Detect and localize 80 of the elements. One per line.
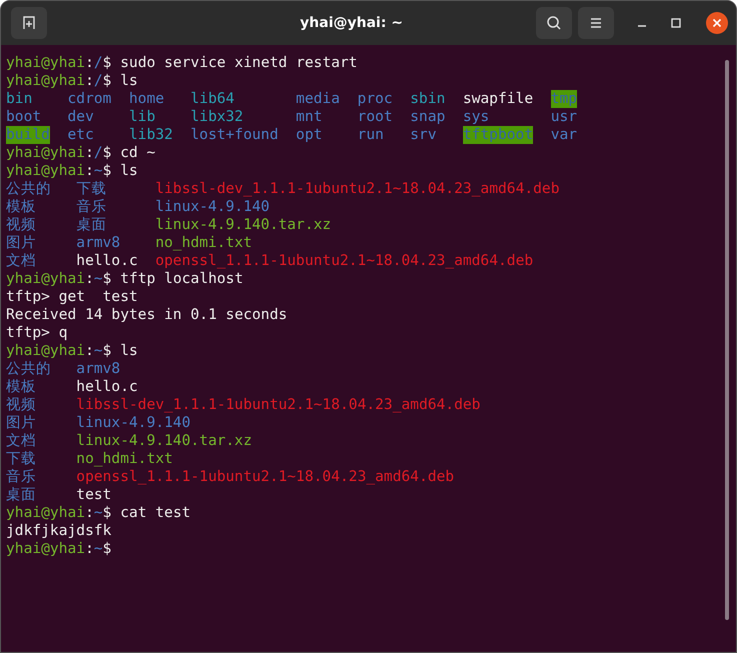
file-entry: 桌面 [76, 216, 106, 234]
prompt-line: yhai@yhai:/$ cd ~ [6, 144, 156, 162]
file-entry: dev [68, 108, 94, 126]
file-entry: 文档 [6, 252, 36, 270]
window-title: yhai@yhai: ~ [299, 15, 404, 31]
output-line: jdkfjkajdsfk [6, 522, 112, 540]
file-entry: armv8 [76, 234, 120, 252]
file-entry: 音乐 [76, 198, 106, 216]
file-entry: 文档 [6, 432, 36, 450]
file-entry: bin [6, 90, 32, 108]
prompt-line: yhai@yhai:~$ ls [6, 342, 139, 360]
file-entry: 图片 [6, 234, 36, 252]
file-entry: 图片 [6, 414, 36, 432]
prompt-line: yhai@yhai:~$ [6, 540, 112, 558]
file-entry: sys [462, 108, 490, 126]
file-entry: swapfile [462, 90, 534, 108]
scrollbar[interactable] [725, 60, 729, 620]
output-line: tftp> q [6, 324, 69, 342]
file-entry: linux-4.9.140.tar.xz [76, 432, 252, 450]
file-entry: 音乐 [6, 468, 36, 486]
file-entry: no_hdmi.txt [76, 450, 173, 468]
file-entry: proc [357, 90, 393, 108]
file-entry: linux-4.9.140.tar.xz [155, 216, 332, 234]
file-entry: libssl-dev_1.1.1-1ubuntu2.1~18.04.23_amd64.deb [76, 396, 480, 414]
file-entry: libssl-dev_1.1.1-1ubuntu2.1~18.04.23_amd64.deb [155, 180, 560, 198]
file-entry: no_hdmi.txt [155, 234, 252, 252]
file-entry: 下载 [76, 180, 106, 198]
search-button[interactable] [536, 7, 572, 39]
prompt-line: yhai@yhai:~$ ls [6, 162, 139, 180]
file-entry: lib [129, 108, 156, 126]
file-entry: build [6, 126, 50, 144]
search-icon [546, 15, 562, 31]
file-entry: cdrom [68, 90, 112, 108]
output-line: Received 14 bytes in 0.1 seconds [6, 306, 288, 324]
file-entry: 桌面 [6, 486, 36, 504]
file-entry: linux-4.9.140 [76, 414, 191, 432]
file-entry: usr [550, 108, 578, 126]
file-entry: test [76, 486, 112, 504]
file-entry: run [357, 126, 384, 144]
prompt-line: yhai@yhai:/$ sudo service xinetd restart [6, 54, 358, 72]
file-entry: 模板 [6, 198, 36, 216]
file-entry: 视频 [6, 396, 36, 414]
maximize-icon[interactable] [670, 17, 682, 29]
file-entry: lib32 [129, 126, 173, 144]
file-entry: boot [6, 108, 42, 126]
menu-icon [589, 17, 603, 29]
file-entry: home [129, 90, 164, 108]
new-tab-button[interactable] [11, 7, 47, 39]
file-entry: 模板 [6, 378, 36, 396]
close-icon[interactable] [706, 12, 728, 34]
file-entry: lib64 [190, 90, 234, 108]
prompt-line: yhai@yhai:/$ ls [6, 72, 139, 90]
file-entry: srv [410, 126, 436, 144]
file-entry: tmp [550, 90, 578, 108]
file-entry: 公共的 [6, 360, 51, 378]
file-entry: hello.c [76, 252, 138, 270]
file-entry: 下载 [6, 450, 36, 468]
file-entry: tftpboot [462, 126, 534, 144]
file-entry: libx32 [190, 108, 244, 126]
file-entry: etc [68, 126, 94, 144]
file-entry: openssl_1.1.1-1ubuntu2.1~18.04.23_amd64.deb [76, 468, 454, 486]
file-entry: root [357, 108, 393, 126]
menu-button[interactable] [578, 7, 614, 39]
file-entry: openssl_1.1.1-1ubuntu2.1~18.04.23_amd64.deb [155, 252, 534, 270]
file-entry: media [296, 90, 340, 108]
file-entry: lost+found [190, 126, 278, 144]
file-entry: var [550, 126, 578, 144]
file-entry: sbin [410, 90, 446, 108]
output-line: tftp> get test [6, 288, 139, 306]
new-tab-icon [21, 15, 37, 31]
file-entry: opt [296, 126, 322, 144]
file-entry: armv8 [76, 360, 120, 378]
file-entry: 视频 [6, 216, 36, 234]
file-entry: snap [410, 108, 446, 126]
prompt-line: yhai@yhai:~$ tftp localhost [6, 270, 244, 288]
prompt-line: yhai@yhai:~$ cat test [6, 504, 192, 522]
file-entry: 公共的 [6, 180, 51, 198]
file-entry: linux-4.9.140 [155, 198, 270, 216]
file-entry: mnt [296, 108, 322, 126]
file-entry: hello.c [76, 378, 138, 396]
